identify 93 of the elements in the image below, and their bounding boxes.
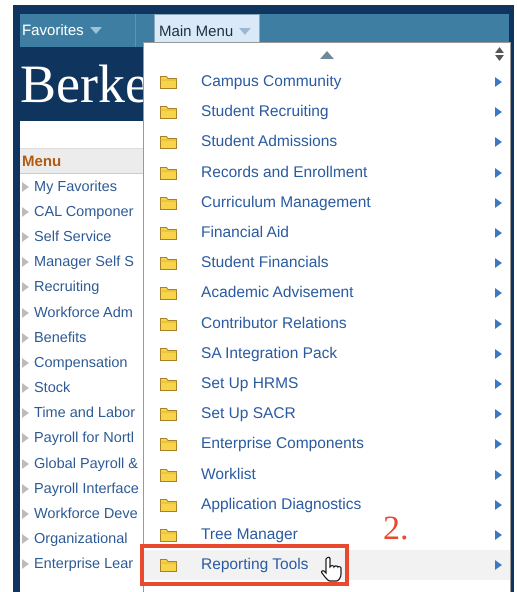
hand-cursor-icon bbox=[321, 556, 343, 582]
folder-icon bbox=[160, 166, 177, 180]
menu-item[interactable]: Financial Aid bbox=[201, 224, 289, 242]
triangle-icon bbox=[22, 484, 29, 494]
menu-title: Menu bbox=[22, 152, 62, 170]
folder-icon bbox=[160, 226, 177, 240]
triangle-icon bbox=[495, 258, 502, 268]
sidebar-item[interactable]: Self Service bbox=[34, 228, 112, 245]
triangle-icon bbox=[495, 530, 502, 540]
sidebar-item[interactable]: Workforce Adm bbox=[34, 304, 133, 321]
triangle-icon bbox=[22, 509, 29, 520]
triangle-icon bbox=[22, 534, 29, 544]
folder-icon bbox=[160, 376, 177, 391]
folder-icon bbox=[160, 346, 177, 361]
menu-item[interactable]: Student Financials bbox=[201, 254, 329, 272]
sidebar-item[interactable]: Time and Labor bbox=[34, 405, 136, 422]
folder-icon bbox=[160, 286, 177, 300]
folder-icon bbox=[160, 75, 177, 90]
folder-icon bbox=[160, 498, 177, 512]
menu-item[interactable]: Enterprise Components bbox=[201, 435, 364, 454]
sidebar-item[interactable]: Payroll Interface bbox=[34, 480, 139, 497]
triangle-icon bbox=[495, 168, 502, 178]
triangle-icon bbox=[22, 332, 29, 343]
menu-item[interactable]: Set Up HRMS bbox=[201, 374, 298, 393]
folder-icon bbox=[160, 407, 177, 422]
menu-item[interactable]: Worklist bbox=[201, 466, 256, 484]
sort-icon[interactable] bbox=[495, 47, 504, 61]
triangle-icon bbox=[22, 358, 29, 368]
folder-icon bbox=[160, 437, 177, 452]
folder-icon bbox=[160, 528, 177, 542]
menu-item[interactable]: Tree Manager bbox=[201, 526, 298, 544]
triangle-icon bbox=[495, 198, 502, 208]
menu-item[interactable]: Application Diagnostics bbox=[201, 496, 362, 514]
triangle-icon bbox=[495, 409, 502, 420]
menu-item[interactable]: Campus Community bbox=[201, 73, 342, 92]
sidebar-item[interactable]: Organizational bbox=[34, 531, 128, 548]
sidebar-item[interactable]: Manager Self S bbox=[34, 254, 134, 270]
triangle-icon bbox=[495, 228, 502, 238]
menu-item[interactable]: Records and Enrollment bbox=[201, 164, 368, 182]
triangle-icon bbox=[495, 137, 502, 148]
menu-item[interactable]: Reporting Tools bbox=[201, 556, 308, 574]
folder-icon bbox=[160, 316, 177, 331]
triangle-icon bbox=[495, 439, 502, 450]
dropdown-arrow-icon bbox=[90, 27, 102, 34]
folder-icon bbox=[160, 135, 177, 150]
triangle-icon bbox=[22, 458, 29, 469]
triangle-icon bbox=[22, 308, 29, 318]
sidebar-item[interactable]: Recruiting bbox=[34, 279, 100, 296]
sidebar-item[interactable]: Stock bbox=[34, 380, 70, 396]
triangle-icon bbox=[22, 408, 29, 418]
logo: Berke bbox=[20, 53, 149, 115]
sidebar-item[interactable]: Workforce Deve bbox=[34, 506, 138, 522]
sidebar-item[interactable]: Enterprise Lear bbox=[34, 556, 134, 572]
menu-item[interactable]: Academic Advisement bbox=[201, 284, 354, 302]
triangle-icon bbox=[22, 257, 29, 268]
sidebar-item[interactable]: Compensation bbox=[34, 354, 128, 371]
sidebar-item[interactable]: CAL Componer bbox=[34, 204, 134, 220]
menu-item[interactable]: Set Up SACR bbox=[201, 405, 296, 424]
triangle-icon bbox=[495, 107, 502, 118]
triangle-icon bbox=[495, 318, 502, 329]
dropdown-arrow-icon bbox=[239, 28, 251, 34]
triangle-icon bbox=[22, 182, 29, 192]
menu-item[interactable]: Curriculum Management bbox=[201, 194, 371, 212]
menu-item[interactable]: SA Integration Pack bbox=[201, 344, 338, 363]
triangle-icon bbox=[495, 500, 502, 510]
menu-tab[interactable]: Favorites bbox=[20, 14, 136, 47]
sidebar-item[interactable]: My Favorites bbox=[34, 178, 117, 195]
triangle-icon bbox=[495, 560, 502, 570]
triangle-icon bbox=[495, 288, 502, 298]
triangle-icon bbox=[22, 206, 29, 217]
triangle-icon bbox=[495, 77, 502, 88]
sidebar-item[interactable]: Benefits bbox=[34, 330, 86, 346]
folder-icon bbox=[160, 468, 177, 482]
triangle-icon bbox=[22, 383, 29, 394]
folder-icon bbox=[160, 105, 177, 120]
folder-icon bbox=[160, 196, 177, 210]
triangle-icon bbox=[22, 282, 29, 292]
sidebar-item[interactable]: Payroll for Nortl bbox=[34, 430, 134, 446]
menu-item[interactable]: Contributor Relations bbox=[201, 314, 347, 333]
highlighted-row[interactable]: Reporting Tools bbox=[144, 550, 510, 580]
step-number: 2. bbox=[383, 510, 408, 548]
triangle-icon bbox=[22, 559, 29, 570]
folder-icon bbox=[160, 558, 177, 572]
triangle-icon bbox=[495, 470, 502, 480]
menu-item[interactable]: Student Recruiting bbox=[201, 103, 329, 122]
triangle-icon bbox=[22, 433, 29, 444]
sidebar-item[interactable]: Global Payroll & bbox=[34, 456, 138, 472]
menu-item[interactable]: Student Admissions bbox=[201, 133, 338, 152]
folder-icon bbox=[160, 256, 177, 270]
scroll-up-icon[interactable] bbox=[320, 51, 334, 59]
triangle-icon bbox=[495, 348, 502, 359]
triangle-icon bbox=[495, 378, 502, 389]
triangle-icon bbox=[22, 232, 29, 242]
